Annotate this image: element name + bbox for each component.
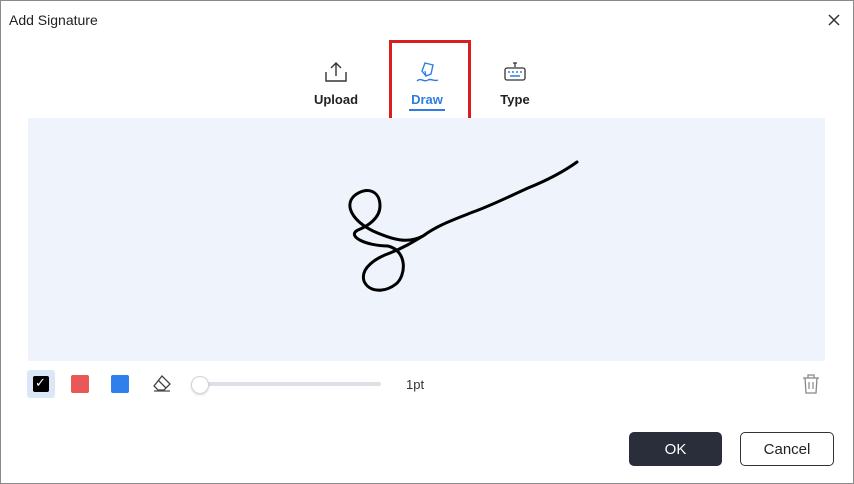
dialog-title: Add Signature <box>9 12 98 28</box>
cancel-button[interactable]: Cancel <box>740 432 834 466</box>
tab-draw-label: Draw <box>411 92 443 107</box>
check-icon: ✓ <box>35 375 46 390</box>
color-swatch-black[interactable]: ✓ <box>27 370 55 398</box>
slider-track <box>197 382 381 386</box>
stroke-width-slider[interactable] <box>191 373 381 395</box>
add-signature-dialog: Add Signature Upload Draw Type ✓ 1pt OK … <box>0 0 854 484</box>
clear-button[interactable] <box>801 373 821 400</box>
color-swatch-blue[interactable] <box>111 375 129 393</box>
keyboard-icon <box>504 62 526 81</box>
tab-type-label: Type <box>500 92 530 107</box>
active-tab-indicator <box>409 109 445 111</box>
tab-draw[interactable]: Draw <box>392 57 462 113</box>
trash-icon <box>803 374 819 394</box>
stroke-width-label: 1pt <box>406 377 425 392</box>
eraser-icon <box>153 375 171 392</box>
signature-stroke <box>348 160 579 292</box>
slider-handle[interactable] <box>191 376 209 394</box>
tab-upload[interactable]: Upload <box>301 57 371 113</box>
color-swatch-red[interactable] <box>71 375 89 393</box>
ok-button[interactable]: OK <box>629 432 722 466</box>
upload-icon <box>325 62 347 82</box>
pen-icon <box>416 62 439 82</box>
tab-upload-label: Upload <box>313 92 359 107</box>
color-black-fill: ✓ <box>33 375 49 392</box>
close-button[interactable] <box>825 11 843 29</box>
eraser-button[interactable] <box>151 373 173 393</box>
close-icon <box>828 14 840 26</box>
tab-type[interactable]: Type <box>480 57 550 113</box>
signature-canvas[interactable] <box>28 118 825 361</box>
